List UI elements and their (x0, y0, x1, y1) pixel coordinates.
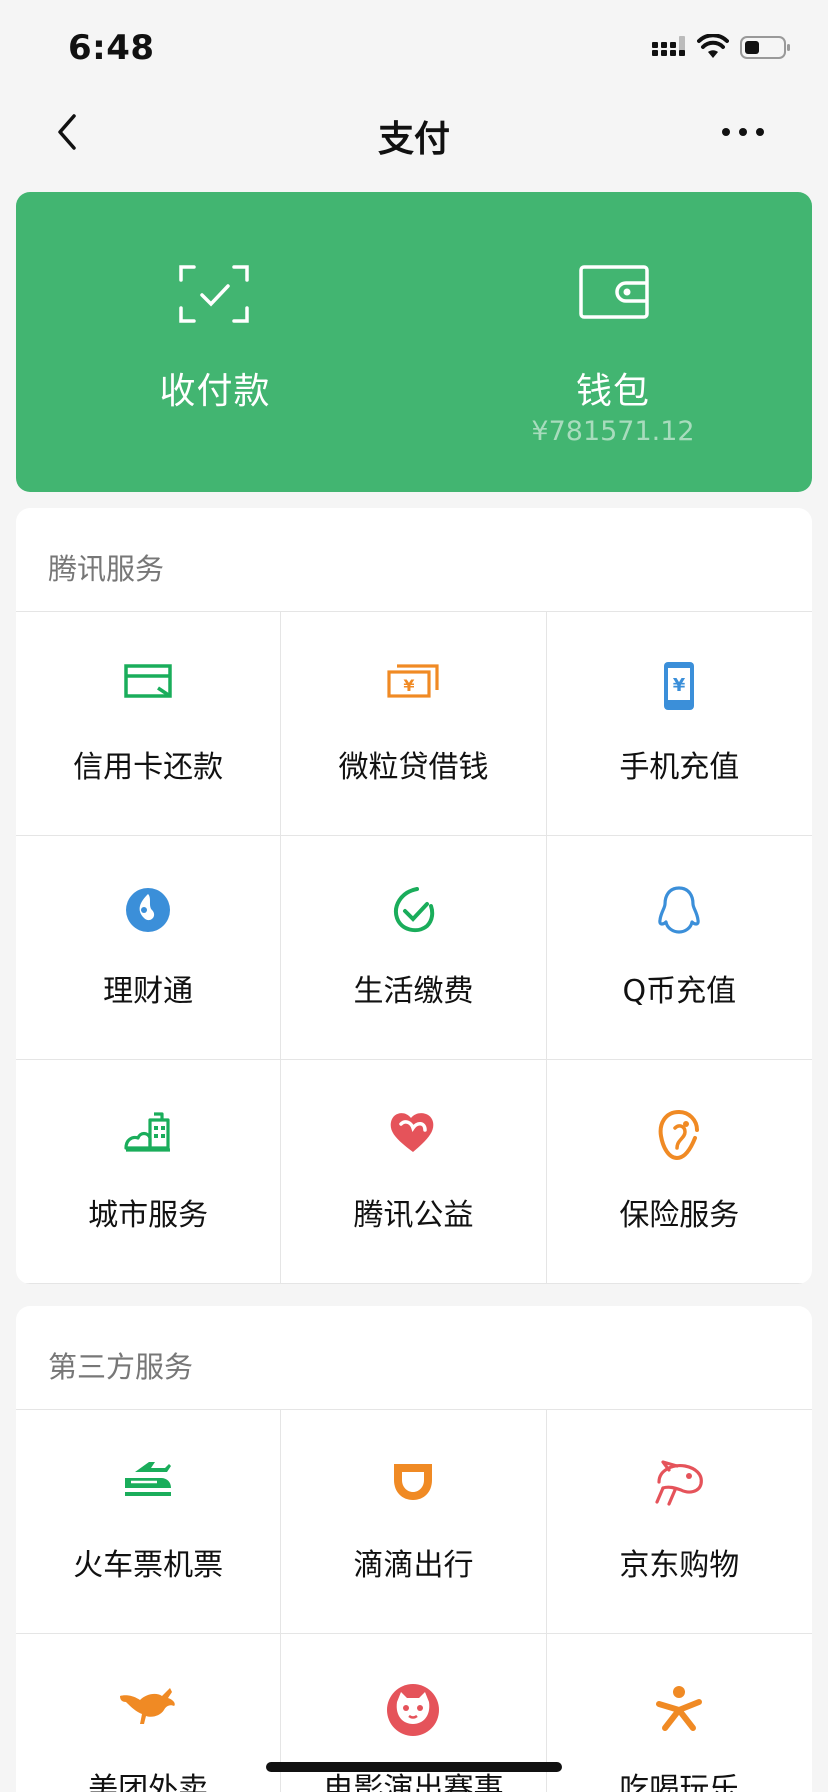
page-title: 支付 (377, 119, 450, 160)
service-label: 滴滴出行 (353, 1548, 474, 1583)
more-dots-icon[interactable] (718, 120, 768, 144)
receive-pay-button[interactable]: 收付款 (16, 192, 414, 492)
service-label: 城市服务 (88, 1198, 209, 1233)
mobile-topup-icon: ¥ (664, 662, 695, 710)
nav-bar: 支付 (0, 96, 828, 168)
service-label: 吃喝玩乐 (619, 1772, 740, 1792)
wealth-icon (126, 888, 171, 932)
service-label: 信用卡还款 (73, 750, 224, 785)
service-mobile-topup[interactable]: ¥ 手机充值 (546, 612, 812, 836)
service-label: 美团外卖 (88, 1772, 209, 1792)
payment-hero-card: 收付款 钱包 ¥781571.12 (16, 192, 812, 492)
status-time: 6:48 (68, 28, 155, 68)
qq-penguin-icon (658, 886, 701, 934)
scan-check-icon (179, 265, 249, 323)
service-city[interactable]: 城市服务 (16, 1060, 282, 1284)
service-didi[interactable]: 滴滴出行 (281, 1410, 547, 1634)
wifi-icon (697, 34, 729, 58)
cat-face-icon (387, 1684, 440, 1736)
service-charity[interactable]: 腾讯公益 (281, 1060, 547, 1284)
wallet-label: 钱包 (575, 371, 650, 412)
insurance-icon (658, 1110, 700, 1161)
service-jd[interactable]: 京东购物 (546, 1410, 812, 1634)
service-meituan[interactable]: 美团外卖 (16, 1634, 282, 1792)
wallet-button[interactable]: 钱包 ¥781571.12 (414, 192, 812, 492)
service-label: 保险服务 (619, 1198, 740, 1233)
kangaroo-icon (120, 1688, 175, 1724)
receive-pay-label: 收付款 (159, 371, 271, 412)
person-fun-icon (656, 1686, 703, 1731)
wallet-icon (579, 265, 649, 319)
section-title: 第三方服务 (16, 1306, 812, 1410)
utility-bill-icon (394, 887, 435, 933)
tencent-services-section: 腾讯服务 信用卡还款 ¥ 微粒贷借钱 ¥ 手机充值 理财通 生活缴费 Q币充值 … (16, 508, 812, 1284)
service-train-plane[interactable]: 火车票机票 (16, 1410, 282, 1634)
service-wealth[interactable]: 理财通 (16, 836, 282, 1060)
service-label: 微粒贷借钱 (338, 750, 489, 785)
service-label: 京东购物 (619, 1548, 740, 1583)
status-bar: 6:48 (0, 0, 828, 96)
city-building-icon (124, 1112, 171, 1152)
home-indicator (266, 1762, 562, 1772)
loan-money-icon: ¥ (387, 664, 440, 698)
service-loan[interactable]: ¥ 微粒贷借钱 (281, 612, 547, 836)
service-label: 腾讯公益 (353, 1198, 474, 1233)
third-party-services-section: 第三方服务 火车票机票 滴滴出行 京东购物 美团外卖 电影演出赛事 吃喝玩乐 (16, 1306, 812, 1792)
battery-icon (740, 36, 790, 59)
train-plane-icon (125, 1462, 172, 1496)
section-title: 腾讯服务 (16, 508, 812, 612)
credit-card-icon (124, 664, 172, 698)
didi-icon (394, 1464, 433, 1500)
service-qcoin[interactable]: Q币充值 (546, 836, 812, 1060)
service-label: 手机充值 (619, 750, 740, 785)
service-label: Q币充值 (622, 974, 737, 1009)
service-insurance[interactable]: 保险服务 (546, 1060, 812, 1284)
service-label: 理财通 (103, 974, 194, 1009)
service-label: 生活缴费 (353, 974, 474, 1009)
signal-icon (652, 36, 685, 56)
service-label: 火车票机票 (73, 1548, 224, 1583)
wallet-balance: ¥781571.12 (531, 416, 695, 447)
charity-heart-icon (391, 1113, 434, 1152)
service-fun[interactable]: 吃喝玩乐 (547, 1634, 812, 1792)
service-utility[interactable]: 生活缴费 (281, 836, 547, 1060)
svg-text:¥: ¥ (404, 676, 415, 695)
service-credit-card[interactable]: 信用卡还款 (16, 612, 282, 836)
svg-text:¥: ¥ (673, 675, 686, 696)
jd-dog-icon (655, 1460, 704, 1506)
